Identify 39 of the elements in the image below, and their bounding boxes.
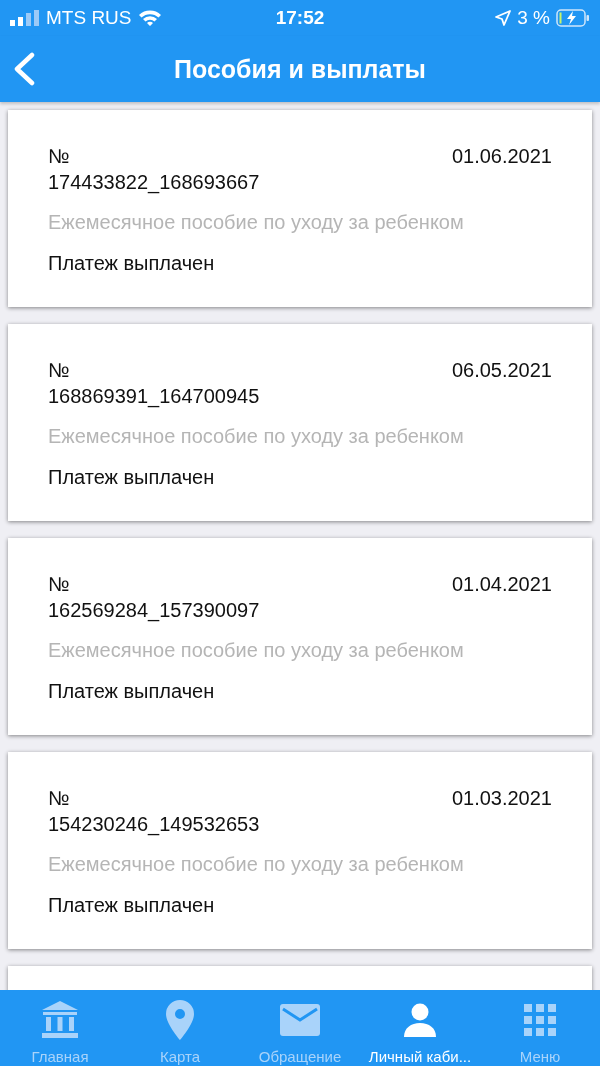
payment-type: Ежемесячное пособие по уходу за ребенком [48,210,465,235]
payment-number: № 162569284_157390097 [48,572,260,623]
payment-card[interactable]: № 154230246_149532653 01.03.2021 Ежемесячное пособие по уходу за ребенком Платеж выплачен [8,752,592,949]
tab-bar-item[interactable]: Карта [120,990,240,1066]
location-arrow-icon [495,10,512,26]
tab-bar-item[interactable]: Обращение [240,990,360,1066]
battery-percent: 3 % [517,7,550,29]
payment-type: Ежемесячное пособие по уходу за ребенком [48,638,465,663]
tab-bar-item[interactable]: Меню [480,990,600,1066]
grid-icon [524,1004,556,1036]
signal-icon [10,10,40,26]
tab-bar-item[interactable]: Главная [0,990,120,1066]
tab-bar-item[interactable]: Личный каби... [360,990,480,1066]
clock-time: 17:52 [275,7,325,29]
back-button[interactable] [12,52,36,86]
carrier-name: MTS RUS [46,7,132,29]
bank-icon [40,1001,80,1039]
payment-number: № 174433822_168693667 [48,144,260,195]
payment-date: 06.05.2021 [451,358,552,383]
person-icon [403,1003,437,1037]
payment-status: Платеж выплачен [48,251,216,276]
payment-date: 01.04.2021 [451,572,552,597]
payment-status: Платеж выплачен [48,465,216,490]
screen-title: Пособия и выплаты [174,54,426,84]
envelope-icon [280,1004,320,1036]
payment-date: 01.06.2021 [451,144,552,169]
payment-date: 01.03.2021 [451,786,552,811]
payment-card[interactable]: № 174433822_168693667 01.06.2021 Ежемесячное пособие по уходу за ребенком Платеж выплачен [8,110,592,307]
payment-card[interactable]: № 168869391_164700945 06.05.2021 Ежемесячное пособие по уходу за ребенком Платеж выплачен [8,324,592,521]
payment-type: Ежемесячное пособие по уходу за ребенком [48,424,465,449]
payment-status: Платеж выплачен [48,679,216,704]
payment-type: Ежемесячное пособие по уходу за ребенком [48,852,465,877]
payment-status: Платеж выплачен [48,893,216,918]
wifi-icon [137,9,162,27]
payment-card[interactable]: № 162569284_157390097 01.04.2021 Ежемесячное пособие по уходу за ребенком Платеж выплачен [8,538,592,735]
battery-charging-icon [556,9,590,27]
payment-number: № 168869391_164700945 [48,358,260,409]
payment-number: № 154230246_149532653 [48,786,260,837]
map-pin-icon [166,1000,194,1040]
